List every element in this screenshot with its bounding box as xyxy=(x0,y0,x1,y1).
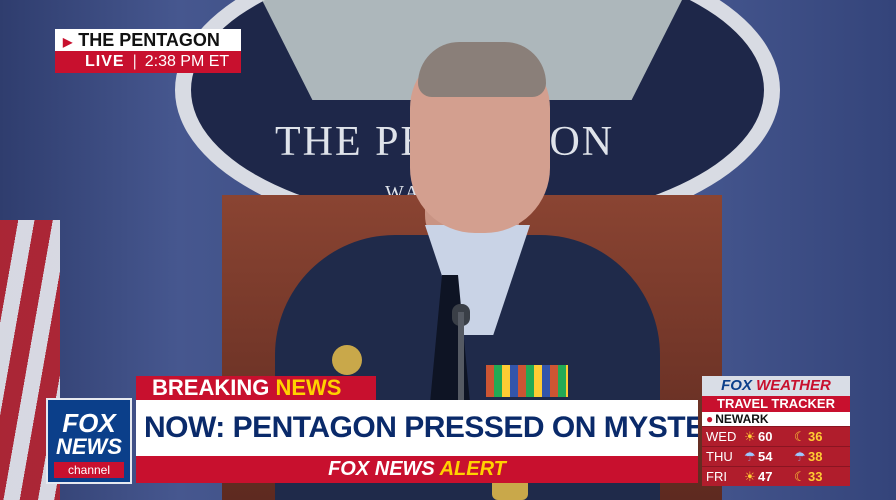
speaker-hair xyxy=(418,42,546,97)
location-label: THE PENTAGON xyxy=(78,30,220,50)
forecast-day: THU xyxy=(706,449,733,464)
forecast-low: 36 xyxy=(808,429,823,444)
alert-brand: FOX NEWS xyxy=(328,458,435,480)
logo-line-news: NEWS xyxy=(56,434,122,459)
medal-ribbons xyxy=(486,365,568,397)
play-triangle-icon: ▶ xyxy=(63,35,73,49)
live-label: LIVE xyxy=(85,53,125,70)
forecast-row: WED ☀ 60 ☾ 36 xyxy=(702,426,850,446)
location-bug: ▶ THE PENTAGON LIVE | 2:38 PM ET xyxy=(55,29,241,73)
forecast-day: WED xyxy=(706,429,737,444)
rain-icon: ☂ xyxy=(794,449,806,464)
divider: | xyxy=(132,53,137,70)
fox-news-alert-bar: FOX NEWS ALERT xyxy=(136,456,698,483)
sun-icon: ☀ xyxy=(744,469,756,484)
city-name: NEWARK xyxy=(715,412,769,426)
fox-weather-logo: FOX WEATHER xyxy=(702,376,850,396)
forecast-day: FRI xyxy=(706,469,727,484)
travel-tracker-label: TRAVEL TRACKER xyxy=(702,396,850,412)
breaking-news-banner: BREAKING NEWS xyxy=(136,376,376,400)
alert-label: ALERT xyxy=(439,458,506,480)
forecast-low: 38 xyxy=(808,449,823,464)
news-label: NEWS xyxy=(275,375,342,400)
moon-icon: ☾ xyxy=(794,429,806,444)
fox-news-channel-logo: FOX NEWS channel xyxy=(46,398,132,484)
weather-city: ● NEWARK xyxy=(702,412,850,426)
weather-widget: FOX WEATHER TRAVEL TRACKER ● NEWARK WED ☀… xyxy=(702,376,850,486)
forecast-low: 33 xyxy=(808,469,823,484)
location-pin-icon: ● xyxy=(706,412,714,426)
sun-icon: ☀ xyxy=(744,429,756,444)
time-label: 2:38 PM ET xyxy=(144,53,230,70)
forecast-row: FRI ☀ 47 ☾ 33 xyxy=(702,466,850,486)
logo-line-channel: channel xyxy=(54,462,124,478)
forecast-high: 60 xyxy=(758,429,773,444)
rain-icon: ☂ xyxy=(744,449,756,464)
weather-brand-fox: FOX xyxy=(721,377,752,394)
moon-icon: ☾ xyxy=(794,469,806,484)
forecast-row: THU ☂ 54 ☂ 38 xyxy=(702,446,850,466)
forecast-high: 47 xyxy=(758,469,773,484)
forecast-high: 54 xyxy=(758,449,773,464)
headline-text: NOW: PENTAGON PRESSED ON MYSTERIOUS DRON… xyxy=(136,400,698,456)
weather-brand-weather: WEATHER xyxy=(756,377,831,394)
insignia-badge xyxy=(332,345,362,375)
logo-line-fox: FOX xyxy=(62,408,116,438)
breaking-label: BREAKING xyxy=(152,375,270,400)
